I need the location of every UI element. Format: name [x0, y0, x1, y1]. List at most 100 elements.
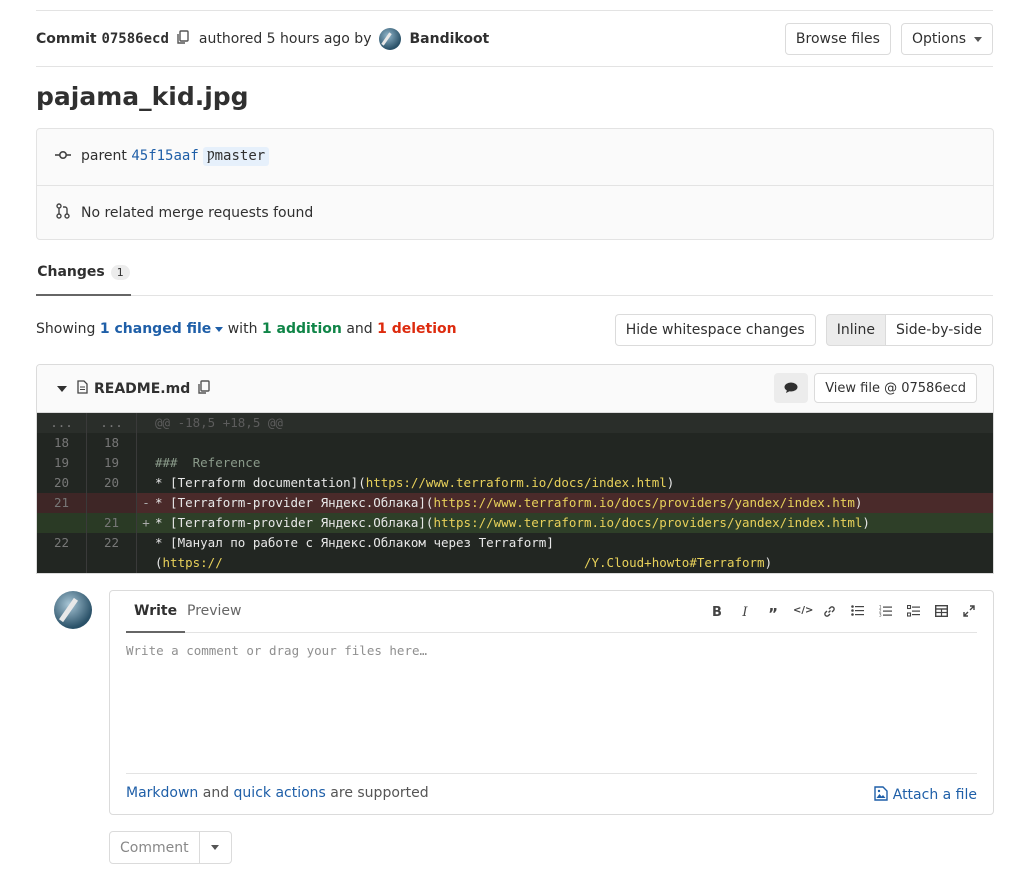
diff-sign	[137, 553, 155, 573]
task-list-icon[interactable]	[905, 604, 921, 623]
numbered-list-icon[interactable]: 123	[877, 605, 893, 623]
new-line-number[interactable]: 20	[87, 473, 137, 493]
new-line-number[interactable]: 19	[87, 453, 137, 473]
diff-sign	[137, 473, 155, 493]
toggle-comments-button[interactable]	[774, 373, 809, 403]
comment-form: Write Preview B I ” </> 123 Write a comm…	[109, 590, 994, 815]
quote-icon[interactable]: ”	[765, 605, 781, 623]
comment-options-dropdown[interactable]	[199, 831, 232, 864]
deletions-count: 1 deletion	[377, 321, 457, 337]
parent-row: parent 45f15aaf Ƿmaster	[53, 144, 270, 168]
bold-icon[interactable]: B	[709, 605, 725, 623]
inline-view-button[interactable]: Inline	[825, 314, 886, 346]
diff-sign	[137, 413, 155, 433]
commit-title: pajama_kid.jpg	[36, 82, 249, 111]
diff-line: (https:// /Y.Cloud+howto#Terraform)	[37, 553, 993, 573]
diff-file: README.md View file @ 07586ecd ...... @@ …	[36, 364, 994, 574]
diff-line: 21 + * [Terraform-provider Яндекс.Облака](…	[37, 513, 993, 533]
new-line-number[interactable]: 22	[87, 533, 137, 553]
diff-line: 22 22 * [Мануал по работе с Яндекс.Облаком…	[37, 533, 993, 553]
diff-code: ### Reference	[155, 455, 261, 470]
browse-files-button[interactable]: Browse files	[784, 23, 891, 55]
additions-count: 1 addition	[261, 321, 342, 337]
old-line-number[interactable]: ...	[37, 413, 87, 433]
copy-path-icon[interactable]	[198, 379, 210, 398]
diff-view-controls: Hide whitespace changes Inline Side-by-s…	[614, 314, 993, 346]
quick-actions-link[interactable]: quick actions	[234, 785, 326, 801]
commit-tabs: Changes 1	[36, 250, 993, 296]
chevron-down-icon	[215, 326, 224, 332]
tab-write[interactable]: Write	[125, 603, 186, 633]
diff-url: https://www.terraform.io/docs/providers/…	[433, 515, 863, 530]
diff-sign: +	[142, 515, 150, 530]
diff-code: * [Terraform documentation](https://www.…	[155, 475, 675, 490]
old-line-number[interactable]	[37, 553, 87, 573]
tab-preview[interactable]: Preview	[187, 603, 242, 619]
current-user-avatar	[54, 591, 92, 629]
author-link[interactable]: Bandikoot	[409, 31, 489, 47]
commit-label: Commit 07586ecd	[36, 31, 169, 47]
diff-file-header: README.md View file @ 07586ecd	[37, 365, 993, 413]
changed-files-dropdown[interactable]: 1 changed file	[100, 321, 224, 337]
top-divider	[36, 10, 993, 11]
svg-text:3: 3	[879, 613, 882, 618]
copy-sha-icon[interactable]	[177, 30, 189, 48]
attach-file-button[interactable]: Attach a file	[874, 786, 977, 803]
comment-icon	[784, 382, 798, 393]
old-line-number[interactable]: 18	[37, 433, 87, 453]
link-icon[interactable]	[821, 605, 837, 623]
diff-summary: Showing 1 changed file with 1 addition a…	[36, 321, 457, 337]
diff-code: * [Terraform-provider Яндекс.Облака](htt…	[155, 495, 863, 510]
branch-badge[interactable]: Ƿmaster	[202, 146, 270, 166]
diff-body: ...... @@ -18,5 +18,5 @@ 18 18 19 19 ### Refer…	[37, 413, 993, 573]
comment-tabs: Write Preview B I ” </> 123	[125, 591, 977, 633]
collapse-icon[interactable]	[57, 385, 67, 392]
italic-icon[interactable]: I	[737, 605, 753, 623]
bullet-list-icon[interactable]	[849, 605, 865, 623]
old-line-number[interactable]	[37, 513, 87, 533]
old-line-number[interactable]: 21	[37, 493, 87, 513]
diff-line: 18 18	[37, 433, 993, 453]
code-icon[interactable]: </>	[793, 605, 813, 623]
old-line-number[interactable]: 20	[37, 473, 87, 493]
diff-sign: -	[142, 495, 150, 510]
diff-line: 20 20 * [Terraform documentation](https://…	[37, 473, 993, 493]
old-line-number[interactable]: 19	[37, 453, 87, 473]
comment-footer: Markdown and quick actions are supported…	[126, 773, 977, 803]
hide-whitespace-button[interactable]: Hide whitespace changes	[614, 314, 816, 346]
side-by-side-button[interactable]: Side-by-side	[886, 314, 993, 346]
parent-sha-link[interactable]: 45f15aaf	[131, 148, 198, 164]
tab-changes[interactable]: Changes 1	[36, 250, 131, 296]
diff-code: * [Мануал по работе с Яндекс.Облаком чер…	[155, 535, 554, 550]
chevron-down-icon	[974, 36, 982, 42]
new-line-number[interactable]: 21	[87, 513, 137, 533]
new-line-number[interactable]	[87, 493, 137, 513]
table-icon[interactable]	[933, 604, 949, 623]
diff-url: https://www.terraform.io/docs/index.html	[365, 475, 667, 490]
new-line-number[interactable]: ...	[87, 413, 137, 433]
branch-icon: Ƿ	[206, 147, 215, 164]
comment-textarea[interactable]: Write a comment or drag your files here…	[126, 643, 977, 763]
header-divider	[36, 66, 993, 67]
file-name[interactable]: README.md	[94, 381, 190, 397]
view-file-button[interactable]: View file @ 07586ecd	[814, 373, 977, 403]
author-avatar[interactable]	[379, 28, 402, 50]
diff-line: 21 - * [Terraform-provider Яндекс.Облака](…	[37, 493, 993, 513]
old-line-number[interactable]: 22	[37, 533, 87, 553]
new-line-number[interactable]	[87, 553, 137, 573]
options-button[interactable]: Options	[900, 23, 993, 55]
markdown-link[interactable]: Markdown	[126, 785, 198, 801]
chevron-down-icon	[211, 845, 220, 850]
diff-sign	[137, 533, 155, 553]
authored-text: authored 5 hours ago by	[198, 31, 372, 47]
diff-sign	[137, 433, 155, 453]
diff-sign	[137, 453, 155, 473]
diff-url: https:// /Y.Cloud+howto#Terraform	[162, 555, 765, 570]
comment-submit-button[interactable]: Comment	[109, 831, 200, 864]
diff-code	[155, 433, 993, 453]
diff-code: (https:// /Y.Cloud+howto#Terraform)	[155, 555, 773, 570]
merge-requests-text: No related merge requests found	[81, 205, 314, 221]
new-line-number[interactable]: 18	[87, 433, 137, 453]
fullscreen-icon[interactable]	[961, 605, 977, 623]
changes-count-badge: 1	[110, 264, 130, 280]
